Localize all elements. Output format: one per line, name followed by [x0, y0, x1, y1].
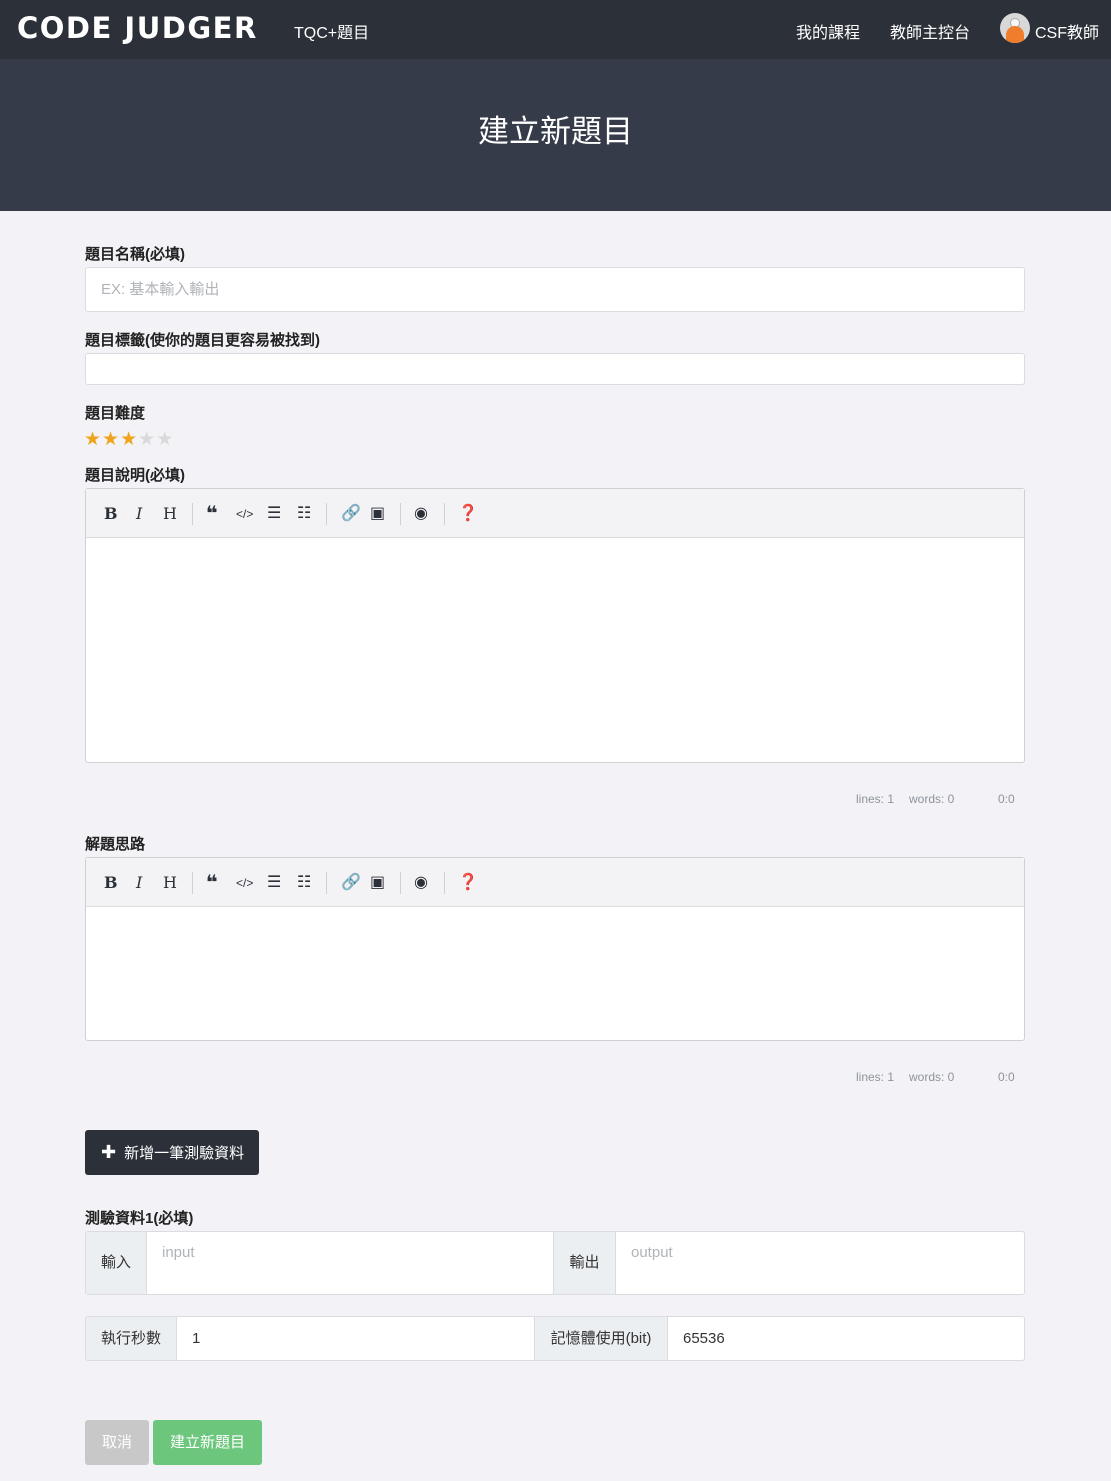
- problem-name-input[interactable]: EX: 基本輸入輸出: [85, 267, 1025, 312]
- page-header: 建立新題目: [0, 59, 1111, 211]
- star-icon[interactable]: ★: [84, 429, 102, 450]
- memory-addon: 記憶體使用(bit): [535, 1317, 668, 1360]
- add-testcase-label: 新增一筆測驗資料: [124, 1145, 245, 1162]
- heading-icon[interactable]: H: [163, 873, 177, 893]
- nav-context-link[interactable]: TQC+題目: [294, 19, 369, 43]
- problem-tags-label: 題目標籤(使你的題目更容易被找到): [85, 332, 320, 349]
- editor-toolbar: B I H ❝ </> ☰ ☷ 🔗 ▣ ◉ ❓: [86, 489, 1024, 538]
- unordered-list-icon[interactable]: ☰: [267, 873, 281, 893]
- testcase-io-group: 輸入 input 輸出 output: [85, 1231, 1025, 1295]
- plus-icon: ✚: [101, 1142, 117, 1162]
- time-addon: 執行秒數: [86, 1317, 177, 1360]
- editor-toolbar: B I H ❝ </> ☰ ☷ 🔗 ▣ ◉ ❓: [86, 858, 1024, 907]
- description-editor: B I H ❝ </> ☰ ☷ 🔗 ▣ ◉ ❓: [85, 488, 1025, 763]
- nav-my-courses[interactable]: 我的課程: [796, 19, 860, 43]
- preview-icon[interactable]: ◉: [414, 504, 428, 524]
- star-icon[interactable]: ★: [120, 429, 138, 450]
- bold-icon[interactable]: B: [104, 504, 118, 524]
- bold-icon[interactable]: B: [104, 873, 118, 893]
- solution-textarea[interactable]: [86, 907, 1024, 1040]
- editor-lines-count: lines: 1: [856, 792, 895, 806]
- testcase-label: 測驗資料1(必填): [85, 1210, 194, 1227]
- image-icon[interactable]: ▣: [370, 504, 385, 524]
- ordered-list-icon[interactable]: ☷: [297, 873, 311, 893]
- nav-teacher-console[interactable]: 教師主控台: [890, 19, 970, 43]
- editor-cursor-position: 0:0: [998, 1070, 1015, 1084]
- add-testcase-button[interactable]: ✚ 新增一筆測驗資料: [85, 1130, 259, 1175]
- quote-icon[interactable]: ❝: [206, 504, 218, 524]
- memory-limit-input[interactable]: 65536: [668, 1317, 1024, 1360]
- preview-icon[interactable]: ◉: [414, 873, 428, 893]
- help-icon[interactable]: ❓: [458, 873, 478, 893]
- ordered-list-icon[interactable]: ☷: [297, 504, 311, 524]
- output-addon: 輸出: [554, 1232, 616, 1294]
- help-icon[interactable]: ❓: [458, 504, 478, 524]
- editor-lines-count: lines: 1: [856, 1070, 895, 1084]
- italic-icon[interactable]: I: [136, 504, 142, 524]
- code-icon[interactable]: </>: [236, 504, 253, 524]
- testcase-output-textarea[interactable]: output: [616, 1232, 1024, 1294]
- navbar: CODE JUDGER TQC+題目 我的課程 教師主控台 CSF教師: [0, 0, 1111, 59]
- problem-tags-input[interactable]: [85, 353, 1025, 385]
- code-icon[interactable]: </>: [236, 873, 253, 893]
- brand-logo[interactable]: CODE JUDGER: [17, 11, 258, 45]
- difficulty-label: 題目難度: [85, 405, 146, 422]
- link-icon[interactable]: 🔗: [341, 504, 361, 524]
- image-icon[interactable]: ▣: [370, 873, 385, 893]
- input-addon: 輸入: [86, 1232, 147, 1294]
- page-title: 建立新題目: [478, 114, 633, 149]
- difficulty-rating[interactable]: ★★★★★: [84, 428, 174, 451]
- solution-label: 解題思路: [85, 836, 146, 853]
- testcase-limits-group: 執行秒數 1 記憶體使用(bit) 65536: [85, 1316, 1025, 1361]
- description-label: 題目說明(必填): [85, 467, 185, 484]
- unordered-list-icon[interactable]: ☰: [267, 504, 281, 524]
- testcase-input-textarea[interactable]: input: [147, 1232, 554, 1294]
- star-empty-icon[interactable]: ★: [138, 429, 156, 450]
- star-icon[interactable]: ★: [102, 429, 120, 450]
- description-textarea[interactable]: [86, 538, 1024, 762]
- heading-icon[interactable]: H: [163, 504, 177, 524]
- cancel-button[interactable]: 取消: [85, 1420, 149, 1465]
- link-icon[interactable]: 🔗: [341, 873, 361, 893]
- create-problem-button[interactable]: 建立新題目: [153, 1420, 262, 1465]
- time-limit-input[interactable]: 1: [177, 1317, 535, 1360]
- nav-user-name[interactable]: CSF教師: [1035, 19, 1099, 43]
- solution-editor: B I H ❝ </> ☰ ☷ 🔗 ▣ ◉ ❓: [85, 857, 1025, 1041]
- editor-cursor-position: 0:0: [998, 792, 1015, 806]
- problem-name-label: 題目名稱(必填): [85, 246, 185, 263]
- quote-icon[interactable]: ❝: [206, 873, 218, 893]
- editor-words-count: words: 0: [909, 792, 955, 806]
- star-empty-icon[interactable]: ★: [156, 429, 174, 450]
- user-avatar-icon[interactable]: [1000, 13, 1030, 43]
- editor-words-count: words: 0: [909, 1070, 955, 1084]
- italic-icon[interactable]: I: [136, 873, 142, 893]
